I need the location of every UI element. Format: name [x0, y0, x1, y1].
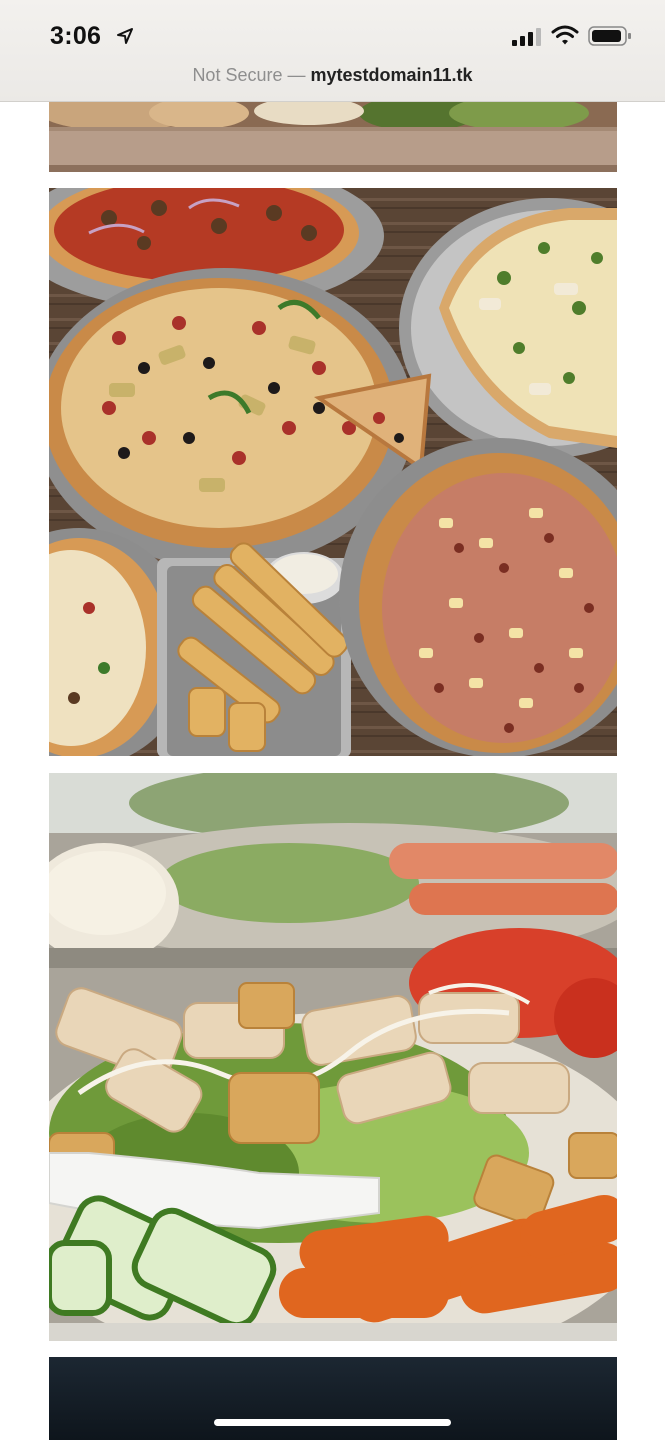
gallery-image-dark[interactable]: [49, 1357, 617, 1440]
pizzas-and-breadsticks-image: [49, 188, 617, 756]
gallery-image-pizza-tray[interactable]: [49, 101, 617, 172]
cellular-signal-icon: [512, 28, 541, 46]
address-bar[interactable]: Not Secure — mytestdomain11.tk: [0, 65, 665, 86]
wifi-icon: [551, 25, 579, 45]
status-time: 3:06: [50, 22, 102, 50]
security-label: Not Secure —: [192, 65, 306, 85]
browser-top-bar: 3:06 Not Secure — mytestdomain11.tk: [0, 0, 665, 102]
battery-icon: [588, 26, 631, 46]
home-indicator[interactable]: [214, 1419, 451, 1426]
address-domain: mytestdomain11.tk: [310, 65, 473, 85]
gallery-image-salad[interactable]: [49, 773, 617, 1341]
location-arrow-icon: [117, 28, 133, 44]
gallery-image-pizzas[interactable]: [49, 188, 617, 756]
chicken-caesar-salad-image: [49, 773, 617, 1341]
pizza-tray-image: [49, 101, 617, 172]
